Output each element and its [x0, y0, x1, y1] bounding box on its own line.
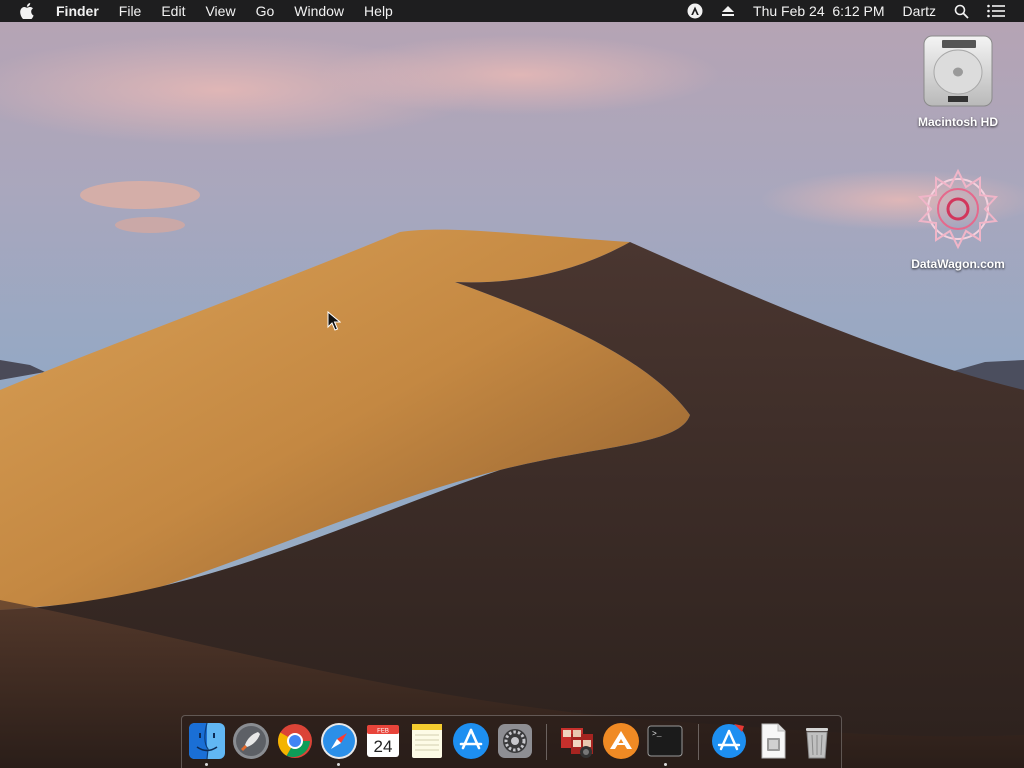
apple-menu-icon[interactable] [0, 3, 46, 19]
calendar-icon: FEB 24 [367, 725, 399, 757]
desktop-icon-macintosh-hd[interactable]: Macintosh HD [903, 32, 1013, 129]
menu-user[interactable]: Dartz [894, 0, 945, 22]
dock-item-photo-booth[interactable] [558, 722, 596, 760]
trash-icon [806, 728, 828, 759]
chrome-icon [278, 724, 312, 758]
dock-item-chrome[interactable] [276, 722, 314, 760]
desktop-icon-label: DataWagon.com [911, 257, 1005, 271]
running-indicator [205, 763, 208, 766]
dock-item-calendar[interactable]: FEB 24 [364, 722, 402, 760]
eject-icon[interactable] [712, 5, 744, 17]
dock-item-app-store-download[interactable] [710, 722, 748, 760]
photo-booth-icon [561, 728, 593, 758]
menu-go[interactable]: Go [246, 0, 285, 22]
transmit-icon [603, 723, 639, 759]
dock-item-finder[interactable] [188, 722, 226, 760]
dock-item-system-preferences[interactable] [496, 722, 534, 760]
calendar-day: 24 [374, 737, 393, 756]
dock-separator [698, 724, 699, 760]
menu-file[interactable]: File [109, 0, 152, 22]
app-store-icon [453, 723, 489, 759]
accessibility-icon[interactable] [678, 3, 712, 19]
hard-drive-icon [923, 35, 993, 107]
dock-item-notes[interactable] [408, 722, 446, 760]
running-indicator [337, 763, 340, 766]
terminal-prompt: >_ [652, 730, 662, 739]
running-indicator [664, 763, 667, 766]
system-preferences-icon [498, 724, 532, 758]
menu-app-finder[interactable]: Finder [46, 0, 109, 22]
menu-edit[interactable]: Edit [151, 0, 195, 22]
menu-window[interactable]: Window [284, 0, 354, 22]
dock-item-safari[interactable] [320, 722, 358, 760]
mouse-cursor-icon [327, 311, 341, 331]
dock-item-transmit[interactable] [602, 722, 640, 760]
dock-item-document[interactable] [754, 722, 792, 760]
notification-center-icon[interactable] [978, 4, 1014, 18]
dock-item-launchpad[interactable] [232, 722, 270, 760]
desktop-icon-datawagon[interactable]: DataWagon.com [903, 168, 1013, 271]
terminal-icon: >_ [647, 725, 683, 757]
datawagon-logo-icon [917, 168, 999, 250]
desktop-wallpaper [0, 0, 1024, 768]
notes-icon [412, 724, 442, 758]
launchpad-icon [233, 723, 269, 759]
menu-help[interactable]: Help [354, 0, 403, 22]
dock-item-app-store[interactable] [452, 722, 490, 760]
dock-item-terminal[interactable]: >_ [646, 722, 684, 760]
dock-separator [546, 724, 547, 760]
calendar-month: FEB [377, 729, 389, 735]
spotlight-search-icon[interactable] [945, 4, 978, 19]
menu-bar: Finder File Edit View Go Window Help Thu… [0, 0, 1024, 22]
dock-item-trash[interactable] [798, 722, 836, 760]
menu-clock[interactable]: Thu Feb 24 6:12 PM [744, 0, 894, 22]
desktop-icon-label: Macintosh HD [917, 115, 998, 129]
dock: FEB 24 >_ [181, 715, 842, 768]
finder-icon [189, 722, 225, 760]
safari-icon [321, 723, 357, 759]
menu-view[interactable]: View [195, 0, 245, 22]
document-icon [761, 723, 786, 759]
app-store-download-icon [712, 724, 746, 758]
